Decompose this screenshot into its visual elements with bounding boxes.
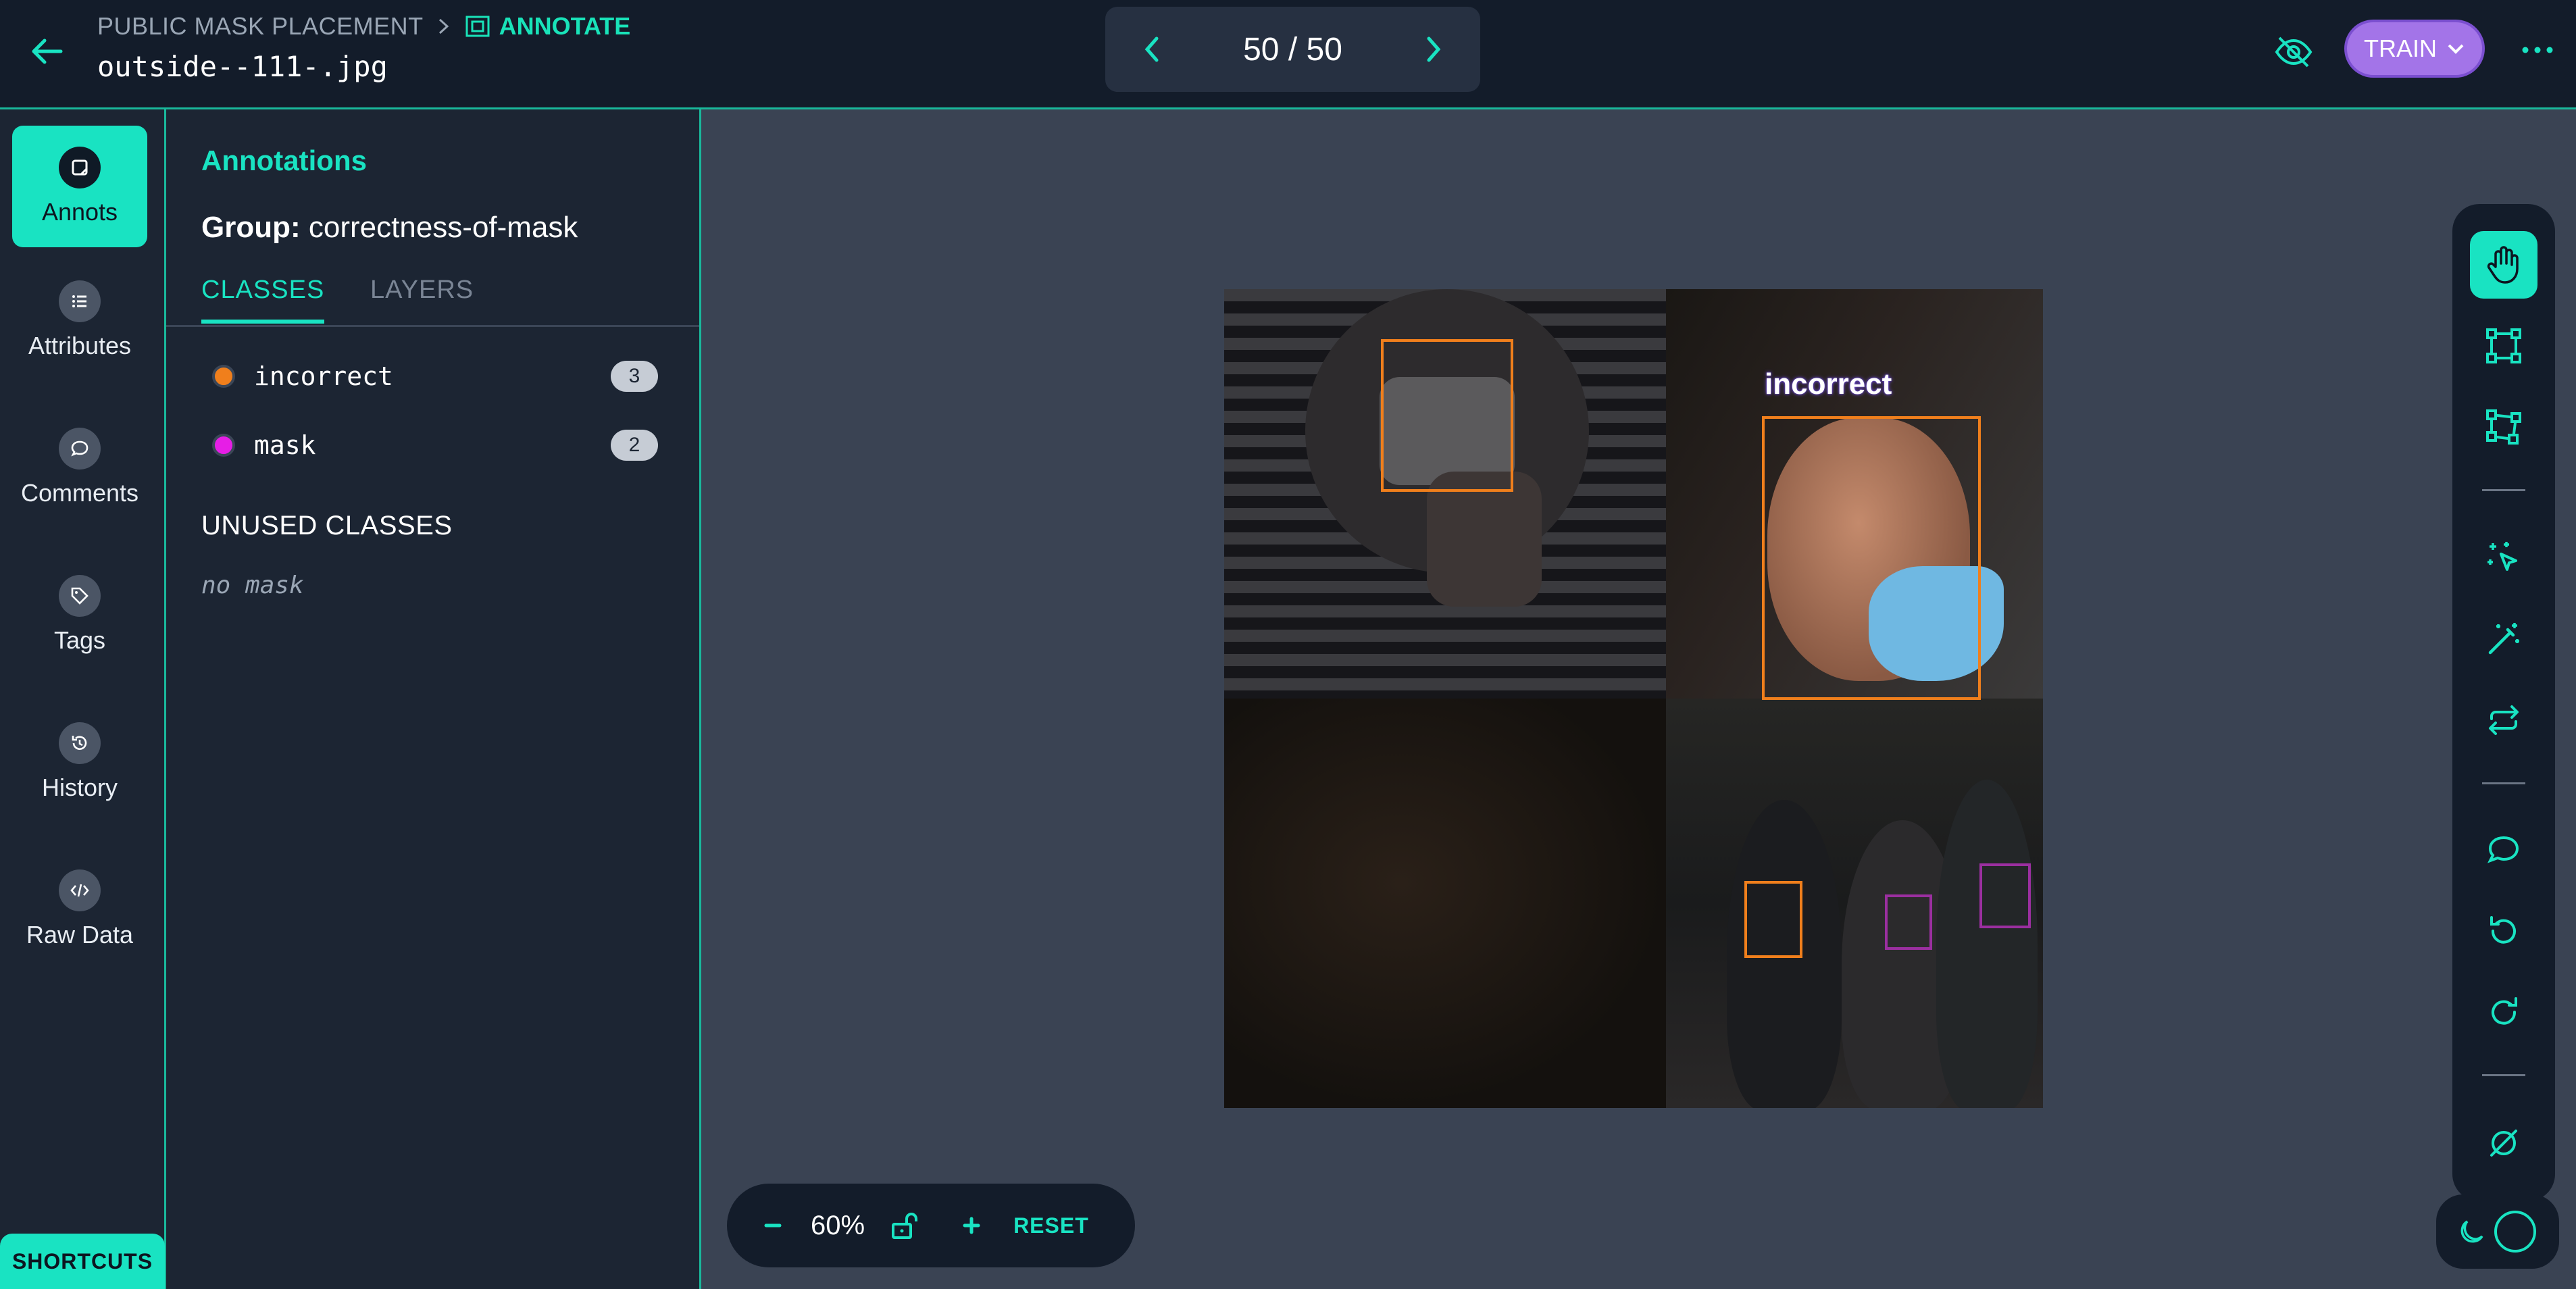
annotate-icon [464,14,491,39]
train-button[interactable]: TRAIN [2344,20,2485,78]
repeat-icon [2483,700,2524,740]
toolbar-divider [2482,782,2525,784]
nav-item-annots[interactable]: Annots [12,126,147,247]
class-count-badge: 3 [611,361,658,392]
breadcrumb: PUBLIC MASK PLACEMENT ANNOTATE [97,12,630,41]
bounding-box-icon [2483,326,2524,366]
more-options-icon[interactable] [2519,36,2556,64]
annotation-label: incorrect [1765,368,1892,401]
nav-item-label: Attributes [28,332,132,359]
nav-item-label: Tags [53,626,106,654]
nav-item-attributes[interactable]: Attributes [12,259,147,381]
class-color-dot [212,434,235,457]
bounding-box-mask[interactable] [1979,863,2031,928]
back-arrow-icon[interactable] [26,30,69,73]
hand-icon [2482,243,2525,286]
annotation-icon [59,147,101,188]
nav-item-label: Raw Data [26,921,134,949]
hide-annotations-icon[interactable] [2271,30,2316,74]
image-tile-dark [1224,699,1666,1108]
smart-select-tool[interactable] [2470,524,2537,592]
class-name: incorrect [254,361,393,391]
undo-button[interactable] [2470,897,2537,965]
group-value: correctness-of-mask [308,211,578,244]
nav-item-label: History [41,774,118,801]
bounding-box-incorrect[interactable] [1381,339,1513,492]
reset-zoom-button[interactable]: RESET [1013,1213,1089,1238]
history-icon [59,722,101,764]
repeat-tool[interactable] [2470,686,2537,754]
bounding-box-incorrect[interactable] [1744,881,1802,958]
image-pager: 50 / 50 [1105,7,1480,92]
panel-tabs: CLASSES LAYERS [166,270,699,327]
group-label: Group: [201,211,301,244]
zoom-out-button[interactable] [754,1207,792,1244]
comment-icon [2483,830,2524,870]
class-count-badge: 2 [611,430,658,461]
redo-icon [2483,992,2524,1032]
tab-classes[interactable]: CLASSES [201,276,325,324]
polygon-icon [2483,407,2524,447]
class-item-mask[interactable]: mask 2 [212,425,658,465]
nav-item-label: Annots [41,198,118,226]
top-bar: PUBLIC MASK PLACEMENT ANNOTATE outside--… [0,0,2576,109]
chevron-right-icon [436,16,452,36]
nav-item-raw-data[interactable]: Raw Data [12,849,147,970]
comment-tool[interactable] [2470,816,2537,884]
code-icon [59,869,101,911]
zoom-level: 60% [811,1210,865,1240]
class-item-incorrect[interactable]: incorrect 3 [212,356,658,397]
comment-icon [59,428,101,470]
toolbar-divider [2482,489,2525,491]
nav-item-tags[interactable]: Tags [12,554,147,676]
annotated-image[interactable]: incorrect [1224,289,2043,1108]
unused-classes-title: UNUSED CLASSES [201,511,453,540]
previous-image-button[interactable] [1139,33,1166,66]
breadcrumb-current-label: ANNOTATE [499,12,631,40]
nav-item-history[interactable]: History [12,701,147,823]
sparkle-cursor-icon [2483,538,2524,578]
theme-switch-knob [2493,1209,2537,1254]
unused-class-item[interactable]: no mask [201,572,304,599]
shortcuts-button[interactable]: SHORTCUTS [0,1234,165,1289]
pan-tool[interactable] [2470,231,2537,299]
toolbar-divider [2482,1074,2525,1076]
list-icon [59,280,101,322]
zoom-in-button[interactable] [953,1207,990,1244]
nav-item-label: Comments [20,479,139,507]
image-region [1936,780,2038,1108]
next-image-button[interactable] [1419,33,1446,66]
bounding-box-incorrect[interactable] [1762,416,1981,700]
magic-wand-tool[interactable] [2470,605,2537,673]
left-navigation: Annots Attributes Comments Tags History … [0,109,166,1289]
train-button-label: TRAIN [2364,34,2437,62]
chevron-down-icon [2446,42,2465,55]
null-icon [2483,1123,2524,1163]
undo-icon [2483,911,2524,951]
magic-wand-icon [2483,619,2524,659]
polygon-tool[interactable] [2470,393,2537,461]
pager-count: 50 / 50 [1243,31,1342,68]
clear-button[interactable] [2470,1109,2537,1177]
bounding-box-mask[interactable] [1885,894,1932,950]
tool-palette [2452,204,2555,1201]
zoom-controls: 60% RESET [727,1184,1135,1267]
class-color-dot [212,365,235,388]
tab-layers[interactable]: LAYERS [370,276,474,305]
bounding-box-tool[interactable] [2470,312,2537,380]
breadcrumb-current: ANNOTATE [464,12,631,41]
tag-icon [59,575,101,617]
theme-toggle[interactable] [2436,1194,2559,1269]
file-name: outside--111-.jpg [97,50,388,83]
panel-title: Annotations [201,145,367,176]
redo-button[interactable] [2470,978,2537,1046]
nav-item-comments[interactable]: Comments [12,407,147,528]
unlock-icon[interactable] [885,1207,923,1244]
breadcrumb-project[interactable]: PUBLIC MASK PLACEMENT [97,12,424,41]
moon-icon [2455,1216,2487,1248]
annotations-panel: Annotations Group: correctness-of-mask C… [166,109,701,1289]
image-region [1427,472,1542,607]
group-selector[interactable]: Group: correctness-of-mask [201,211,578,245]
class-name: mask [254,430,316,460]
